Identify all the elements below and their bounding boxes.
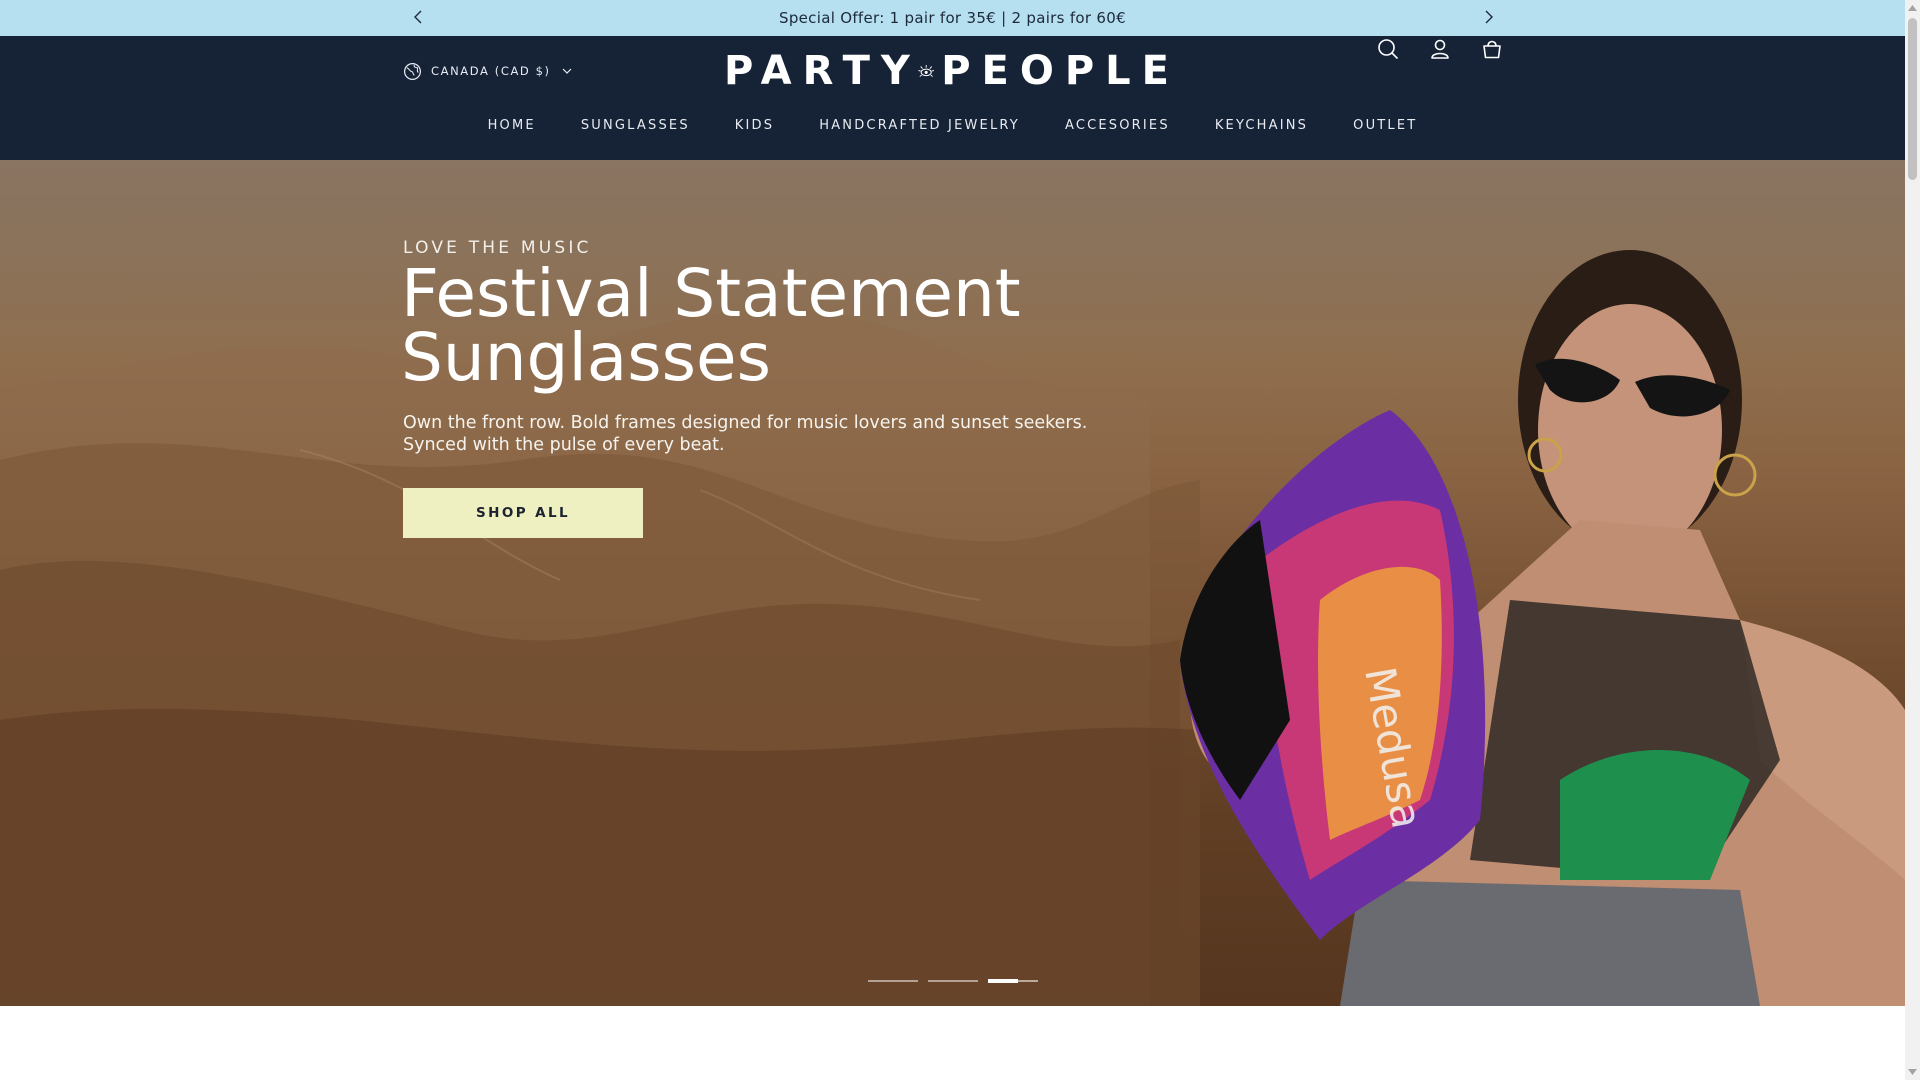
hero-title-line-2: Sunglasses (401, 319, 771, 396)
globe-icon (403, 62, 422, 80)
page-scrollbar[interactable] (1905, 0, 1920, 1080)
slideshow-pagination (868, 979, 1038, 983)
logo-text-left: PARTY (724, 48, 921, 94)
cart-icon (1483, 40, 1501, 59)
cart-button[interactable] (1479, 36, 1505, 62)
hero-description: Own the front row. Bold frames designed … (403, 412, 1103, 456)
sun-eye-logo-icon (918, 65, 934, 77)
shop-all-button[interactable]: SHOP ALL (403, 488, 643, 538)
chevron-down-icon (562, 68, 572, 74)
scrollbar-thumb[interactable] (1908, 18, 1917, 180)
account-icon (1431, 39, 1449, 59)
hero-slideshow: Medusa LOVE THE MUSIC Festival Statement… (0, 160, 1905, 1006)
scroll-up-arrow-icon[interactable] (1908, 4, 1917, 12)
nav-item-accesories[interactable]: ACCESORIES (1065, 118, 1170, 138)
announcement-bar: Special Offer: 1 pair for 35€ | 2 pairs … (0, 0, 1905, 36)
announcement-message[interactable]: Special Offer: 1 pair for 35€ | 2 pairs … (0, 9, 1905, 27)
announcement-next-button[interactable] (1477, 6, 1499, 28)
slide-dot-2[interactable] (928, 980, 978, 982)
nav-item-kids[interactable]: KIDS (735, 118, 774, 138)
site-header: CANADA (CAD $) PARTY PEOPLE HOME SUNGLAS… (0, 36, 1905, 160)
hero-title: Festival Statement Sunglasses (401, 261, 1121, 391)
slide-dot-1[interactable] (868, 980, 918, 982)
logo-text-right: PEOPLE (941, 48, 1180, 94)
search-button[interactable] (1375, 36, 1401, 62)
site-logo[interactable]: PARTY PEOPLE (724, 48, 1180, 94)
slide-dot-3[interactable] (988, 979, 1038, 983)
model-with-fan-image: Medusa (1180, 250, 1905, 1006)
nav-item-handcrafted-jewelry[interactable]: HANDCRAFTED JEWELRY (819, 118, 1020, 138)
hero-description-line-1: Own the front row. Bold frames designed … (403, 413, 1088, 433)
search-icon (1378, 39, 1399, 60)
nav-item-keychains[interactable]: KEYCHAINS (1215, 118, 1308, 138)
main-navigation: HOME SUNGLASSES KIDS HANDCRAFTED JEWELRY… (0, 118, 1905, 138)
scroll-down-arrow-icon[interactable] (1908, 1068, 1917, 1076)
country-selector[interactable]: CANADA (CAD $) (403, 60, 573, 82)
hero-description-line-2: Synced with the pulse of every beat. (403, 435, 725, 455)
nav-item-home[interactable]: HOME (488, 118, 536, 138)
account-button[interactable] (1427, 36, 1453, 62)
country-selector-label: CANADA (CAD $) (431, 64, 551, 78)
nav-item-sunglasses[interactable]: SUNGLASSES (581, 118, 690, 138)
chevron-right-icon (1485, 10, 1493, 24)
nav-item-outlet[interactable]: OUTLET (1353, 118, 1417, 138)
